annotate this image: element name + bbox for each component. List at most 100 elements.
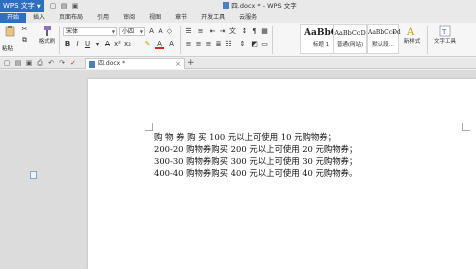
tab-section[interactable]: 章节 xyxy=(168,13,194,23)
app-menu-label: WPS 文字 xyxy=(3,2,35,10)
justify-icon[interactable]: ≣ xyxy=(214,40,223,49)
shading-icon[interactable]: ◩ xyxy=(250,40,259,49)
align-left-icon[interactable]: ≡ xyxy=(184,40,193,49)
underline-icon[interactable]: U xyxy=(83,40,92,49)
font-size-value: 小四 xyxy=(122,28,135,35)
undo-icon[interactable]: ↶ xyxy=(46,58,56,68)
redo-icon[interactable]: ↷ xyxy=(57,58,67,68)
document-body[interactable]: 购 物 券 购 买 100 元以上可使用 10 元购物券； 200-20 购物券… xyxy=(154,131,454,179)
chevron-down-icon[interactable]: ▾ xyxy=(93,40,102,49)
distribute-icon[interactable]: ☷ xyxy=(224,40,233,49)
chevron-down-icon: ▼ xyxy=(36,4,41,10)
open-icon[interactable]: ▤ xyxy=(59,1,69,11)
format-painter-button[interactable]: 格式刷 xyxy=(38,25,56,45)
font-size-select[interactable]: 小四 ▼ xyxy=(119,27,145,36)
check-icon[interactable]: ✓ xyxy=(68,58,78,68)
text-tools-label: 文字工具 xyxy=(433,39,456,45)
document-icon xyxy=(223,2,230,9)
brush-icon xyxy=(44,26,51,36)
divider xyxy=(180,26,181,54)
new-doc-icon[interactable]: ▢ xyxy=(2,58,12,68)
tab-home[interactable]: 开始 xyxy=(0,13,27,23)
gallery-expand-icon[interactable]: ▾ xyxy=(389,29,398,38)
ribbon: 粘贴 格式刷 ✂ ⧉ 宋体 ▼ 小四 ▼ A A ◇ B I U ▾ A x² x₂… xyxy=(0,23,476,57)
new-doc-icon[interactable]: ▢ xyxy=(48,1,58,11)
save-icon[interactable]: ▣ xyxy=(70,1,80,11)
bold-icon[interactable]: B xyxy=(63,40,72,49)
chevron-down-icon: ▼ xyxy=(139,29,143,34)
shrink-font-icon[interactable]: A xyxy=(156,27,165,36)
font-name-select[interactable]: 宋体 ▼ xyxy=(63,27,117,36)
format-painter-label: 格式刷 xyxy=(38,39,56,45)
crop-mark xyxy=(462,123,470,131)
clipboard-icon xyxy=(5,26,15,37)
grow-font-icon[interactable]: A xyxy=(147,27,156,36)
tab-developer[interactable]: 开发工具 xyxy=(194,13,232,23)
new-style-button[interactable]: A 新样式 xyxy=(401,25,423,45)
title-bar: WPS 文字 ▼ ▢ ▤ ▣ 四.docx * - WPS 文字 xyxy=(0,0,476,13)
copy-icon[interactable]: ⧉ xyxy=(20,36,29,45)
svg-text:A: A xyxy=(406,27,415,37)
document-line: 200-20 购物券购买 200 元以上可使用 20 元购物券； xyxy=(154,144,358,154)
highlight-icon[interactable]: ✎ xyxy=(143,40,152,49)
document-line: 400-40 购物券购买 400 元以上可使用 40 元购物券。 xyxy=(154,168,358,178)
borders-icon[interactable]: ▭ xyxy=(260,40,269,49)
svg-text:T: T xyxy=(441,28,447,36)
ribbon-tabs: 开始 插入 页面布局 引用 审阅 视图 章节 开发工具 云服务 xyxy=(0,13,476,23)
sort-icon[interactable]: ↕ xyxy=(240,27,249,36)
cut-icon[interactable]: ✂ xyxy=(20,25,29,34)
align-center-icon[interactable]: ≡ xyxy=(194,40,203,49)
document-tab-label: 四.docx * xyxy=(98,60,126,67)
indent-icon[interactable]: ⇥ xyxy=(218,27,227,36)
subscript-icon[interactable]: x₂ xyxy=(123,40,132,49)
text-tools-icon: T xyxy=(439,25,451,37)
char-border-icon[interactable]: A xyxy=(167,40,176,49)
document-line: 购 物 券 购 买 100 元以上可使用 10 元购物券； xyxy=(154,132,336,142)
tab-references[interactable]: 引用 xyxy=(90,13,116,23)
open-icon[interactable]: ▤ xyxy=(13,58,23,68)
save-icon[interactable]: ▣ xyxy=(24,58,34,68)
style-normal-web-label: 普通(网站) xyxy=(336,42,364,48)
font-name-value: 宋体 xyxy=(66,28,79,35)
italic-icon[interactable]: I xyxy=(73,40,82,49)
paste-label: 粘贴 xyxy=(2,46,14,52)
font-color-icon[interactable]: A xyxy=(155,40,164,49)
tab-cloud[interactable]: 云服务 xyxy=(232,13,264,23)
tab-page-layout[interactable]: 页面布局 xyxy=(52,13,90,23)
document-line: 300-30 购物券购买 300 元以上可使用 30 元购物券； xyxy=(154,156,358,166)
numbering-icon[interactable]: ≡ xyxy=(196,27,205,36)
quick-access-toolbar: ▢ ▤ ▣ xyxy=(48,1,80,12)
crop-mark xyxy=(145,123,153,131)
show-marks-icon[interactable]: ¶ xyxy=(250,27,259,36)
line-spacing-icon[interactable]: ⇕ xyxy=(238,40,247,49)
clear-format-icon[interactable]: ◇ xyxy=(165,27,174,36)
document-tab[interactable]: 四.docx * × xyxy=(85,58,185,69)
superscript-icon[interactable]: x² xyxy=(113,40,122,49)
divider xyxy=(427,26,428,54)
style-default-label: 默认段... xyxy=(372,42,394,48)
paragraph-handle-icon[interactable] xyxy=(30,171,37,179)
new-style-label: 新样式 xyxy=(403,39,421,45)
text-tools-button[interactable]: T 文字工具 xyxy=(430,25,460,45)
outdent-icon[interactable]: ⇤ xyxy=(208,27,217,36)
tab-view[interactable]: 视图 xyxy=(142,13,168,23)
app-menu-button[interactable]: WPS 文字 ▼ xyxy=(0,0,44,12)
style-normal-web[interactable]: AaBbCcD 普通(网站) xyxy=(333,24,367,54)
strikethrough-icon[interactable]: A xyxy=(103,40,112,49)
document-tab-bar: ▢ ▤ ▣ ⎙ ↶ ↷ ✓ 四.docx * × + xyxy=(0,58,476,69)
table-icon[interactable]: ▦ xyxy=(260,27,269,36)
document-icon xyxy=(89,61,95,68)
new-style-icon: A xyxy=(406,27,415,37)
window-title: 四.docx * - WPS 文字 xyxy=(200,0,320,12)
tab-insert[interactable]: 插入 xyxy=(26,13,52,23)
divider xyxy=(272,26,273,54)
bullets-icon[interactable]: ☰ xyxy=(184,27,193,36)
add-tab-icon[interactable]: + xyxy=(187,58,195,68)
align-right-icon[interactable]: ≡ xyxy=(204,40,213,49)
paste-button[interactable] xyxy=(2,25,18,37)
print-icon[interactable]: ⎙ xyxy=(35,58,45,68)
chinese-layout-icon[interactable]: 文 xyxy=(228,27,237,36)
tab-review[interactable]: 审阅 xyxy=(116,13,142,23)
document-page[interactable]: 购 物 券 购 买 100 元以上可使用 10 元购物券； 200-20 购物券… xyxy=(88,79,476,269)
close-icon[interactable]: × xyxy=(175,59,181,69)
